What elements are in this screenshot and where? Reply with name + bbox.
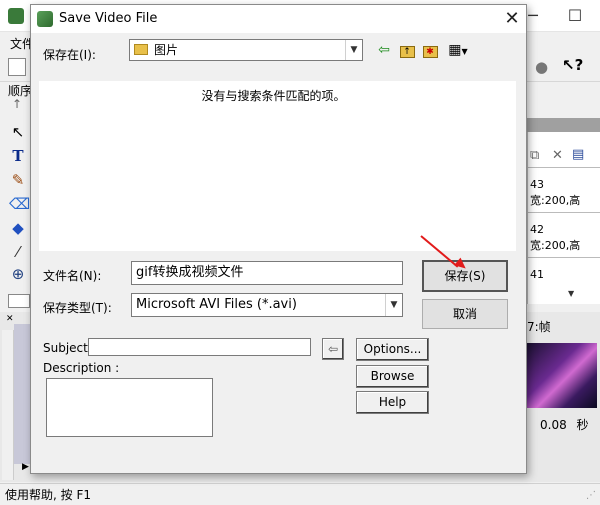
filename-input[interactable]: gif转换成视频文件 xyxy=(131,261,403,285)
file-list[interactable] xyxy=(39,81,516,251)
frame-number: 43 xyxy=(530,178,544,191)
text-tool-icon[interactable]: T xyxy=(9,147,27,165)
frame-size: 宽:200,高 xyxy=(530,239,581,252)
maximize-icon[interactable]: ☐ xyxy=(562,6,588,26)
resize-grip-icon[interactable]: ⋰ xyxy=(586,490,596,501)
help-pointer-icon[interactable]: ↖? xyxy=(562,56,583,74)
description-input[interactable] xyxy=(46,378,213,437)
eraser-tool-icon[interactable]: ⌫ xyxy=(9,195,30,213)
chevron-down-icon[interactable]: ▼ xyxy=(345,40,362,60)
filename-label: 文件名(N): xyxy=(43,269,102,283)
view-menu-icon[interactable]: ▦▼ xyxy=(444,41,472,59)
status-text: 使用帮助, 按 F1 xyxy=(5,488,91,502)
help-button[interactable]: Help xyxy=(356,391,429,414)
dialog-title: Save Video File xyxy=(59,11,158,26)
new-file-icon[interactable] xyxy=(8,58,26,76)
frame-number: 42 xyxy=(530,223,544,236)
divider xyxy=(527,167,600,168)
app-icon xyxy=(37,11,53,27)
app-icon xyxy=(8,8,24,24)
up-folder-icon[interactable]: ↑ xyxy=(397,41,417,59)
filetype-value: Microsoft AVI Files (*.avi) xyxy=(136,297,297,312)
cancel-button[interactable]: 取消 xyxy=(422,299,508,329)
filetype-dropdown[interactable]: Microsoft AVI Files (*.avi) ▼ xyxy=(131,293,403,317)
copy-icon[interactable]: ⧉ xyxy=(530,148,539,163)
frame-thumbnail[interactable] xyxy=(527,343,597,408)
save-video-dialog: Save Video File ✕ 保存在(I): 图片 ▼ ⇦ ↑ ✱ ▦▼ … xyxy=(30,4,527,474)
up-arrow-icon[interactable]: ↑ xyxy=(12,97,22,111)
folder-icon xyxy=(134,44,148,55)
frame-delay: 0.08 秒 xyxy=(540,416,589,433)
properties-icon[interactable]: ▤ xyxy=(572,147,584,162)
fill-tool-icon[interactable]: ◆ xyxy=(9,219,27,237)
frame-delay-value: 0.08 xyxy=(540,418,567,432)
pointer-tool-icon[interactable]: ↖ xyxy=(9,123,27,141)
save-in-value: 图片 xyxy=(154,43,179,57)
color-swatch[interactable] xyxy=(8,294,30,308)
eyedropper-tool-icon[interactable]: ⁄ xyxy=(9,243,27,261)
subject-label: Subject: xyxy=(43,341,92,355)
close-panel-icon[interactable]: ✕ xyxy=(6,314,14,324)
play-icon[interactable]: ▶ xyxy=(22,462,29,472)
scrollbar[interactable] xyxy=(2,330,14,480)
save-in-dropdown[interactable]: 图片 ▼ xyxy=(129,39,363,61)
frame-size: 宽:200,高 xyxy=(530,194,581,207)
save-in-label: 保存在(I): xyxy=(43,48,96,62)
zoom-tool-icon[interactable]: ⊕ xyxy=(9,265,27,283)
frame-delay-unit: 秒 xyxy=(576,418,589,432)
chevron-down-icon[interactable]: ▼ xyxy=(385,294,402,316)
divider xyxy=(527,257,600,258)
subject-input[interactable] xyxy=(88,338,311,356)
description-label: Description : xyxy=(43,361,120,375)
toolbar-misc-icon[interactable]: ● xyxy=(535,58,548,76)
empty-message: 没有与搜索条件匹配的项。 xyxy=(201,89,346,103)
scroll-down-icon[interactable]: ▼ xyxy=(568,289,574,298)
divider xyxy=(527,212,600,213)
frame-label: 7:帧 xyxy=(527,320,551,334)
delete-icon[interactable]: ✕ xyxy=(552,148,563,163)
close-icon[interactable]: ✕ xyxy=(501,8,523,30)
right-panel-header xyxy=(527,118,600,132)
new-folder-icon[interactable]: ✱ xyxy=(420,41,440,59)
brush-tool-icon[interactable]: ✎ xyxy=(9,171,27,189)
browse-button[interactable]: Browse xyxy=(356,365,429,388)
back-arrow-icon[interactable]: ⇦ xyxy=(374,41,394,59)
frame-number: 41 xyxy=(530,268,544,281)
options-button[interactable]: Options... xyxy=(356,338,429,361)
filetype-label: 保存类型(T): xyxy=(43,301,112,315)
arrow-left-icon[interactable]: ⇦ xyxy=(322,338,344,360)
